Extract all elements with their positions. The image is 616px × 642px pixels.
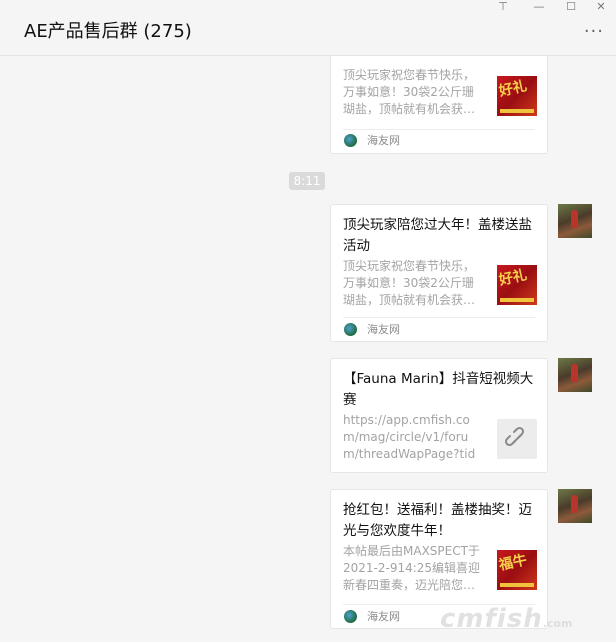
source-logo-icon	[344, 134, 357, 147]
red-poster-thumbnail-icon: 福牛	[497, 550, 537, 590]
time-separator: 8:11	[289, 172, 325, 190]
pin-icon[interactable]: ⊤	[488, 0, 518, 16]
maximize-button[interactable]: ☐	[556, 0, 586, 16]
card-title: 顶尖玩家陪您过大年！盖楼送盐活动	[343, 217, 532, 254]
sender-avatar[interactable]	[558, 489, 592, 523]
source-logo-icon	[344, 610, 357, 623]
card-title: 活动	[343, 56, 541, 61]
sender-avatar[interactable]	[558, 358, 592, 392]
watermark-suffix: .com	[542, 617, 573, 630]
watermark-main: cmfish	[440, 604, 543, 634]
link-icon	[497, 419, 537, 459]
card-description: https://app.cmfish.com/mag/circle/v1/for…	[343, 413, 476, 461]
card-description: 顶尖玩家祝您春节快乐，万事如意！30袋2公斤珊瑚盐，顶帖就有机会获…	[343, 68, 476, 116]
chat-message-area[interactable]: 活动 顶尖玩家祝您春节快乐，万事如意！30袋2公斤珊瑚盐，顶帖就有机会获… 好礼…	[0, 56, 616, 642]
sender-avatar[interactable]	[558, 204, 592, 238]
title-bar: AE产品售后群 (275) ⊤ — ☐ ✕ ···	[0, 0, 616, 56]
source-label: 海友网	[367, 323, 400, 336]
card-description: 顶尖玩家祝您春节快乐，万事如意！30袋2公斤珊瑚盐，顶帖就有机会获…	[343, 259, 476, 307]
link-card-message[interactable]: 【Fauna Marin】抖音短视频大赛 https://app.cmfish.…	[330, 358, 548, 473]
card-description: 本帖最后由MAXSPECT于2021-2-914:25编辑喜迎新春四重奏，迈光陪…	[343, 544, 481, 592]
card-title: 【Fauna Marin】抖音短视频大赛	[343, 371, 534, 408]
card-divider	[343, 317, 535, 318]
link-card-message[interactable]: 顶尖玩家陪您过大年！盖楼送盐活动 顶尖玩家祝您春节快乐，万事如意！30袋2公斤珊…	[330, 204, 548, 342]
card-title: 抢红包！送福利！盖楼抽奖！迈光与您欢度牛年！	[343, 502, 532, 539]
source-label: 海友网	[367, 134, 400, 147]
red-poster-thumbnail-icon: 好礼	[497, 265, 537, 305]
close-button[interactable]: ✕	[586, 0, 616, 16]
source-logo-icon	[344, 323, 357, 336]
red-poster-thumbnail-icon: 好礼	[497, 76, 537, 116]
more-options-icon[interactable]: ···	[584, 23, 604, 41]
source-label: 海友网	[367, 610, 400, 623]
card-divider	[343, 129, 535, 130]
chat-title: AE产品售后群 (275)	[24, 21, 192, 42]
minimize-button[interactable]: —	[524, 0, 554, 16]
site-watermark: cmfish.com	[440, 604, 572, 634]
link-card-message[interactable]: 活动 顶尖玩家祝您春节快乐，万事如意！30袋2公斤珊瑚盐，顶帖就有机会获… 好礼…	[330, 56, 548, 154]
